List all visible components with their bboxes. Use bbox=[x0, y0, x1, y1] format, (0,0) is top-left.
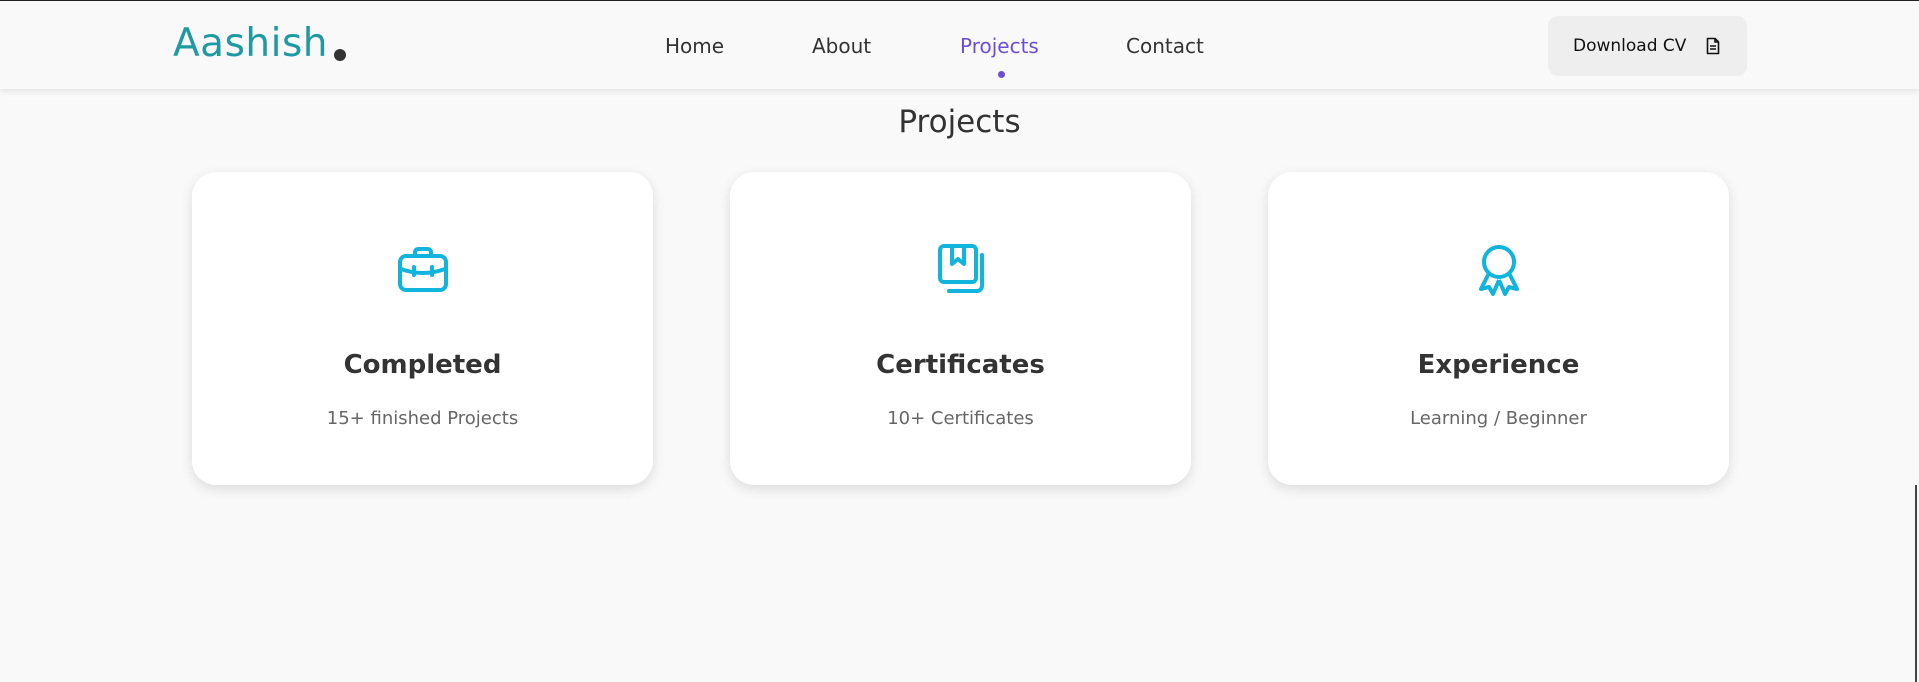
card-title: Experience bbox=[1417, 350, 1580, 380]
nav-link-contact[interactable]: Contact bbox=[1126, 34, 1204, 58]
nav-link-home[interactable]: Home bbox=[665, 34, 724, 58]
logo-dot bbox=[334, 49, 346, 61]
download-cv-label: Download CV bbox=[1573, 36, 1687, 56]
navbar: Aashish Home About Projects Contact Down… bbox=[0, 1, 1919, 89]
active-nav-indicator bbox=[998, 71, 1005, 78]
card-subtitle: Learning / Beginner bbox=[1410, 408, 1587, 429]
logo-text[interactable]: Aashish bbox=[173, 21, 328, 66]
card-subtitle: 15+ finished Projects bbox=[326, 408, 519, 429]
certificate-icon bbox=[730, 242, 1191, 302]
card-subtitle: 10+ Certificates bbox=[887, 408, 1034, 429]
card-title: Completed bbox=[343, 350, 502, 380]
stat-card-experience: Experience Learning / Beginner bbox=[1268, 172, 1729, 485]
stat-card-completed: Completed 15+ finished Projects bbox=[192, 172, 653, 485]
award-icon bbox=[1268, 242, 1729, 302]
briefcase-icon bbox=[192, 242, 653, 302]
card-title: Certificates bbox=[876, 350, 1045, 380]
stat-card-certificates: Certificates 10+ Certificates bbox=[730, 172, 1191, 485]
section-title: Projects bbox=[898, 104, 1021, 140]
nav-link-projects[interactable]: Projects bbox=[960, 34, 1039, 58]
download-cv-button[interactable]: Download CV bbox=[1548, 16, 1747, 76]
document-icon bbox=[1706, 37, 1720, 55]
scrollbar-thumb[interactable] bbox=[1915, 485, 1917, 682]
nav-link-about[interactable]: About bbox=[812, 34, 871, 58]
